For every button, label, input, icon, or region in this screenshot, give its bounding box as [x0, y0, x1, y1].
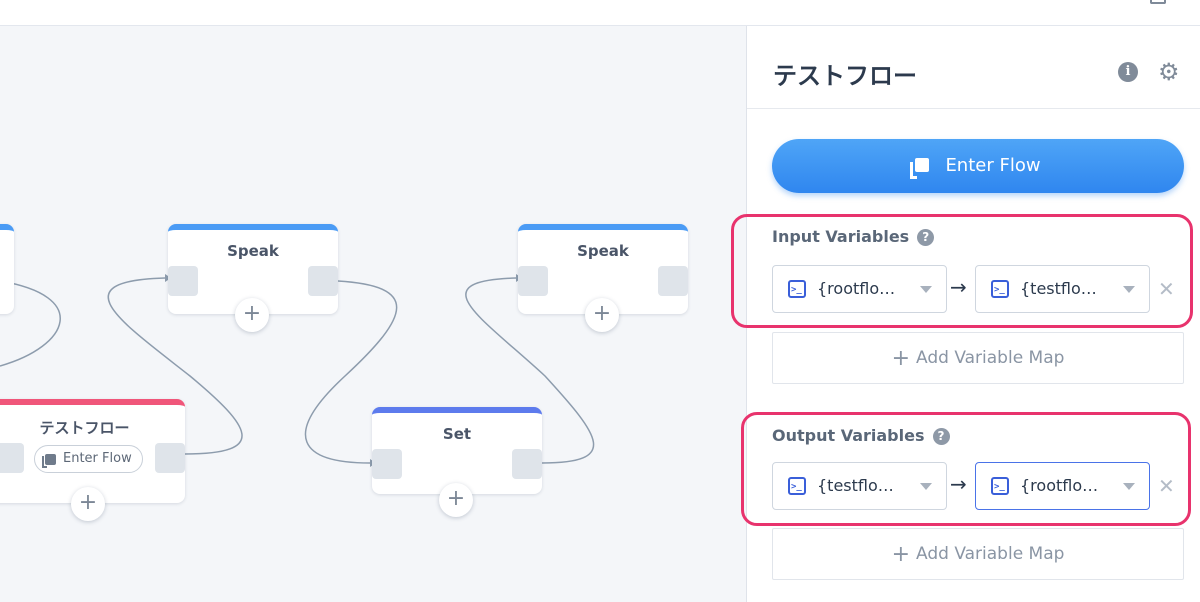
help-icon[interactable]: ? — [932, 428, 950, 445]
variable-icon — [991, 464, 1009, 510]
remove-mapping-button[interactable]: ✕ — [1158, 474, 1175, 498]
output-variables-text: Output Variables — [772, 426, 925, 445]
output-from-select[interactable]: {testflo… — [772, 462, 947, 510]
caret-down-icon — [920, 483, 932, 490]
caret-down-icon — [1123, 483, 1135, 490]
plus-icon: + — [891, 542, 910, 567]
variable-icon — [788, 464, 806, 510]
node-output-port[interactable] — [155, 443, 185, 473]
flow-icon — [910, 158, 930, 179]
node-title: テストフロー — [39, 419, 130, 437]
arrow-right-icon: → — [950, 472, 967, 496]
variable-icon — [991, 267, 1009, 313]
add-node-button[interactable]: + — [585, 298, 619, 332]
node-flow[interactable]: テストフロー Enter Flow + — [0, 399, 185, 521]
input-from-value: {rootflo… — [817, 279, 896, 298]
output-from-value: {testflo… — [817, 476, 894, 495]
panel-title: テストフロー — [773, 62, 917, 90]
export-icon[interactable] — [1150, 0, 1166, 4]
output-variables-label: Output Variables? — [772, 426, 950, 445]
add-map-label: Add Variable Map — [916, 348, 1065, 368]
divider — [747, 108, 1200, 109]
add-node-button[interactable]: + — [71, 487, 105, 521]
flow-edges — [0, 274, 595, 467]
node-input-port[interactable] — [518, 266, 548, 296]
variable-icon — [788, 267, 806, 313]
node-input-port[interactable] — [372, 449, 402, 479]
enter-flow-button-label: Enter Flow — [945, 155, 1041, 176]
input-variables-text: Input Variables — [772, 227, 910, 246]
enter-flow-button[interactable]: Enter Flow — [772, 139, 1184, 193]
flow-icon — [42, 454, 56, 468]
node-title: Set — [442, 425, 472, 443]
remove-mapping-button[interactable]: ✕ — [1158, 277, 1175, 301]
add-map-label: Add Variable Map — [916, 544, 1065, 564]
enter-flow-chip[interactable]: Enter Flow — [34, 445, 143, 473]
output-to-select[interactable]: {rootflo… — [975, 462, 1150, 510]
node-output-port[interactable] — [658, 266, 688, 296]
node-speak-2[interactable]: Speak + — [518, 224, 688, 332]
node-title: Speak — [577, 242, 629, 260]
properties-panel: テストフロー i ⚙ Enter Flow Input Variables? {… — [731, 26, 1200, 602]
output-to-value: {rootflo… — [1020, 476, 1099, 495]
arrow-right-icon: → — [950, 275, 967, 299]
help-icon[interactable]: ? — [917, 229, 935, 246]
input-to-value: {testflo… — [1020, 279, 1097, 298]
add-input-variable-map-button[interactable]: + Add Variable Map — [772, 332, 1184, 384]
caret-down-icon — [1123, 286, 1135, 293]
node-title: Speak — [227, 242, 279, 260]
node-set[interactable]: Set + — [372, 407, 542, 517]
gear-icon[interactable]: ⚙ — [1158, 58, 1180, 86]
add-node-button[interactable]: + — [439, 483, 473, 517]
enter-flow-chip-label: Enter Flow — [63, 451, 132, 466]
node-input-port[interactable] — [0, 443, 24, 473]
node-output-port[interactable] — [512, 449, 542, 479]
node-partial-left[interactable] — [0, 224, 14, 314]
node-output-port[interactable] — [308, 266, 338, 296]
node-input-port[interactable] — [168, 266, 198, 296]
input-from-select[interactable]: {rootflo… — [772, 265, 947, 313]
top-toolbar — [0, 0, 1200, 26]
plus-icon: + — [891, 346, 910, 371]
caret-down-icon — [920, 286, 932, 293]
flow-canvas[interactable]: Speak + Speak + テストフロー Enter Flow + Set … — [0, 26, 746, 602]
node-speak-1[interactable]: Speak + — [168, 224, 338, 332]
add-output-variable-map-button[interactable]: + Add Variable Map — [772, 528, 1184, 580]
input-variables-label: Input Variables? — [772, 227, 935, 246]
input-to-select[interactable]: {testflo… — [975, 265, 1150, 313]
add-node-button[interactable]: + — [235, 298, 269, 332]
info-icon[interactable]: i — [1118, 62, 1138, 82]
